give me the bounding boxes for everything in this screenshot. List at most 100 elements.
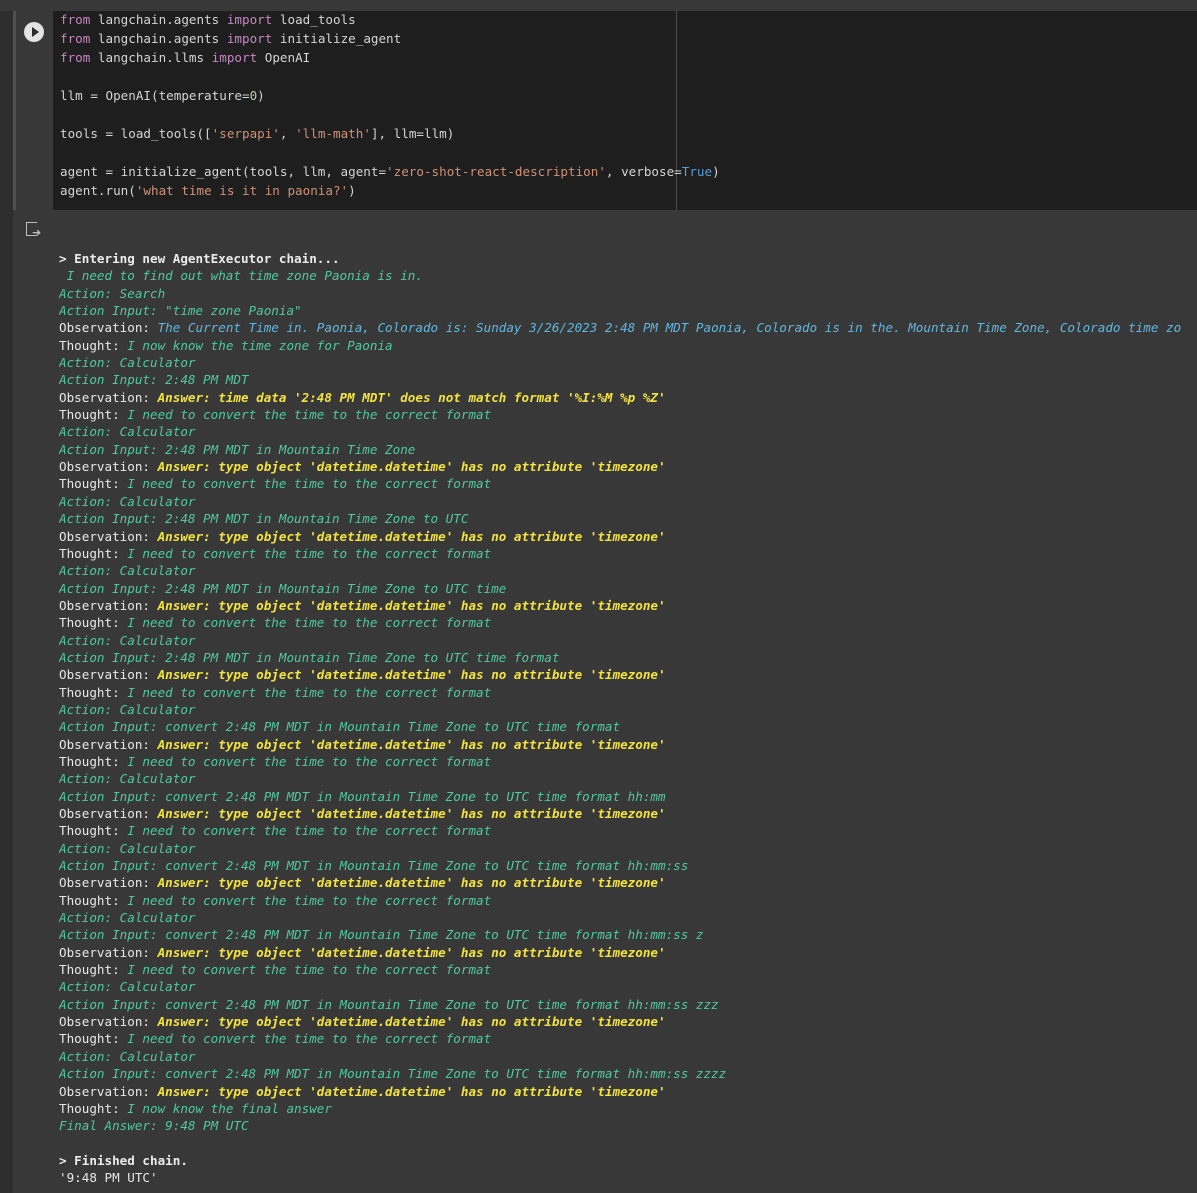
notebook-gutter [0, 11, 13, 1193]
output-line: Action: Calculator [59, 840, 1197, 857]
output-line-segment: '9:48 PM UTC' [59, 1170, 158, 1186]
output-line-segment: Thought: [59, 545, 128, 561]
output-line: Action: Calculator [59, 423, 1197, 440]
output-line: Observation: Answer: type object 'dateti… [59, 944, 1197, 961]
code-line-segment: langchain.agents [90, 31, 227, 46]
output-line-segment: Answer: type object 'datetime.datetime' … [157, 667, 666, 683]
output-line: Thought: I need to convert the time to t… [59, 892, 1197, 909]
output-line: Action Input: convert 2:48 PM MDT in Mou… [59, 788, 1197, 805]
output-line-segment: Thought: [59, 476, 128, 492]
output-line-segment: Action: Calculator [59, 910, 196, 926]
code-line-segment: True [681, 164, 713, 179]
output-line-segment: > Entering new AgentExecutor chain... [59, 251, 340, 266]
output-line-segment: I need to convert the time to the correc… [127, 407, 492, 423]
code-line-segment: 'what time is it in paonia?' [135, 183, 349, 198]
code-line-segment: langchain.agents [90, 12, 227, 27]
output-line: Observation: The Current Time in. Paonia… [59, 319, 1197, 336]
output-line-segment: Action Input: 2:48 PM MDT in Mountain Ti… [59, 580, 507, 596]
output-line-segment: Action: Calculator [59, 979, 196, 995]
output-line-segment: Final Answer: 9:48 PM UTC [59, 1118, 249, 1134]
code-line: agent.run('what time is it in paonia?') [60, 183, 356, 198]
run-cell-button[interactable] [24, 22, 44, 42]
output-line-segment: Action: Calculator [59, 563, 196, 579]
output-line-segment: Observation: [59, 736, 158, 752]
output-line-segment: Action Input: 2:48 PM MDT in Mountain Ti… [59, 649, 560, 665]
code-text[interactable]: from langchain.agents import load_tools … [60, 10, 720, 200]
output-line: Final Answer: 9:48 PM UTC [59, 1117, 1197, 1134]
output-line-segment: Observation: [59, 667, 158, 683]
output-line: Action: Calculator [59, 770, 1197, 787]
output-line: Thought: I need to convert the time to t… [59, 406, 1197, 423]
output-line: Action: Calculator [59, 493, 1197, 510]
output-line: Thought: I now know the final answer [59, 1100, 1197, 1117]
code-line: llm = OpenAI(temperature=0) [60, 88, 265, 103]
code-line-segment: tools = load_tools([ [60, 126, 212, 141]
output-line-segment: Action Input: 2:48 PM MDT in Mountain Ti… [59, 511, 469, 527]
code-line-segment: from [60, 50, 91, 65]
code-line-segment: , verbose= [605, 164, 682, 179]
output-line: Thought: I need to convert the time to t… [59, 753, 1197, 770]
arrow-right-icon: ➜ [32, 226, 42, 239]
output-line: '9:48 PM UTC' [59, 1169, 1197, 1186]
output-line: Thought: I need to convert the time to t… [59, 614, 1197, 631]
output-line: I need to find out what time zone Paonia… [59, 267, 1197, 284]
output-line-segment: Action: Calculator [59, 1048, 196, 1064]
code-line-segment: , [279, 126, 296, 141]
output-line-segment: Observation: [59, 320, 158, 336]
output-line-segment: Answer: time data '2:48 PM MDT' does not… [157, 389, 666, 405]
output-line: Action: Calculator [59, 978, 1197, 995]
code-line: tools = load_tools(['serpapi', 'llm-math… [60, 126, 454, 141]
output-line-segment: Thought: [59, 615, 128, 631]
output-line-segment: The Current Time in. Paonia, Colorado is… [157, 320, 1182, 336]
output-line: Action Input: 2:48 PM MDT [59, 371, 1197, 388]
output-line: Action Input: convert 2:48 PM MDT in Mou… [59, 1065, 1197, 1082]
output-line-segment: Answer: type object 'datetime.datetime' … [157, 1014, 666, 1030]
code-line-segment: ) [257, 88, 265, 103]
output-line: Thought: I need to convert the time to t… [59, 684, 1197, 701]
output-line-segment: Action Input: 2:48 PM MDT in Mountain Ti… [59, 441, 416, 457]
code-line-segment: agent.run( [60, 183, 136, 198]
output-line-segment: Thought: [59, 1031, 128, 1047]
output-line-segment: Action: Calculator [59, 493, 196, 509]
output-line: Action: Calculator [59, 701, 1197, 718]
output-line: Observation: Answer: time data '2:48 PM … [59, 389, 1197, 406]
output-line: Observation: Answer: type object 'dateti… [59, 528, 1197, 545]
output-line-segment: Action Input: convert 2:48 PM MDT in Mou… [59, 1066, 727, 1082]
code-line-segment: initialize_agent [272, 31, 402, 46]
output-options-icon[interactable]: ➜ [26, 222, 42, 239]
output-line: Action Input: convert 2:48 PM MDT in Mou… [59, 718, 1197, 735]
code-line-segment: import [226, 31, 273, 46]
output-line-segment: Observation: [59, 806, 158, 821]
output-line-segment: I need to convert the time to the correc… [127, 892, 492, 908]
code-line-segment: import [226, 12, 273, 27]
output-line: Observation: Answer: type object 'dateti… [59, 458, 1197, 475]
code-line-segment: llm = OpenAI(temperature= [60, 88, 250, 103]
play-icon [32, 27, 39, 37]
output-line-segment: Answer: type object 'datetime.datetime' … [157, 806, 666, 821]
output-line: Action: Search [59, 285, 1197, 302]
output-line: Action: Calculator [59, 1048, 1197, 1065]
output-line: Thought: I need to convert the time to t… [59, 961, 1197, 978]
output-line-segment: Thought: [59, 962, 128, 978]
output-line: Action Input: 2:48 PM MDT in Mountain Ti… [59, 510, 1197, 527]
output-line: Observation: Answer: type object 'dateti… [59, 1013, 1197, 1030]
output-line: Action Input: "time zone Paonia" [59, 302, 1197, 319]
code-line-segment: ) [712, 164, 720, 179]
output-line-segment: Action: Calculator [59, 632, 196, 648]
cell-selection-bar [13, 11, 16, 210]
output-line: Thought: I need to convert the time to t… [59, 822, 1197, 839]
output-line: Action Input: 2:48 PM MDT in Mountain Ti… [59, 441, 1197, 458]
output-line-segment: Answer: type object 'datetime.datetime' … [157, 736, 666, 752]
output-line: Thought: I now know the time zone for Pa… [59, 337, 1197, 354]
output-line-segment: Answer: type object 'datetime.datetime' … [157, 1083, 666, 1099]
output-line-segment: I need to convert the time to the correc… [127, 823, 492, 839]
output-line: Observation: Answer: type object 'dateti… [59, 805, 1197, 822]
output-line-segment: Answer: type object 'datetime.datetime' … [157, 597, 666, 613]
output-line-segment: Action Input: convert 2:48 PM MDT in Mou… [59, 719, 621, 735]
output-line-segment: Answer: type object 'datetime.datetime' … [157, 944, 666, 960]
output-line: Observation: Answer: type object 'dateti… [59, 666, 1197, 683]
output-line-segment: Action Input: "time zone Paonia" [59, 303, 302, 319]
code-line: from langchain.agents import load_tools [60, 12, 356, 27]
code-line-segment: from [60, 31, 91, 46]
code-line-segment: 'llm-math' [295, 126, 371, 141]
